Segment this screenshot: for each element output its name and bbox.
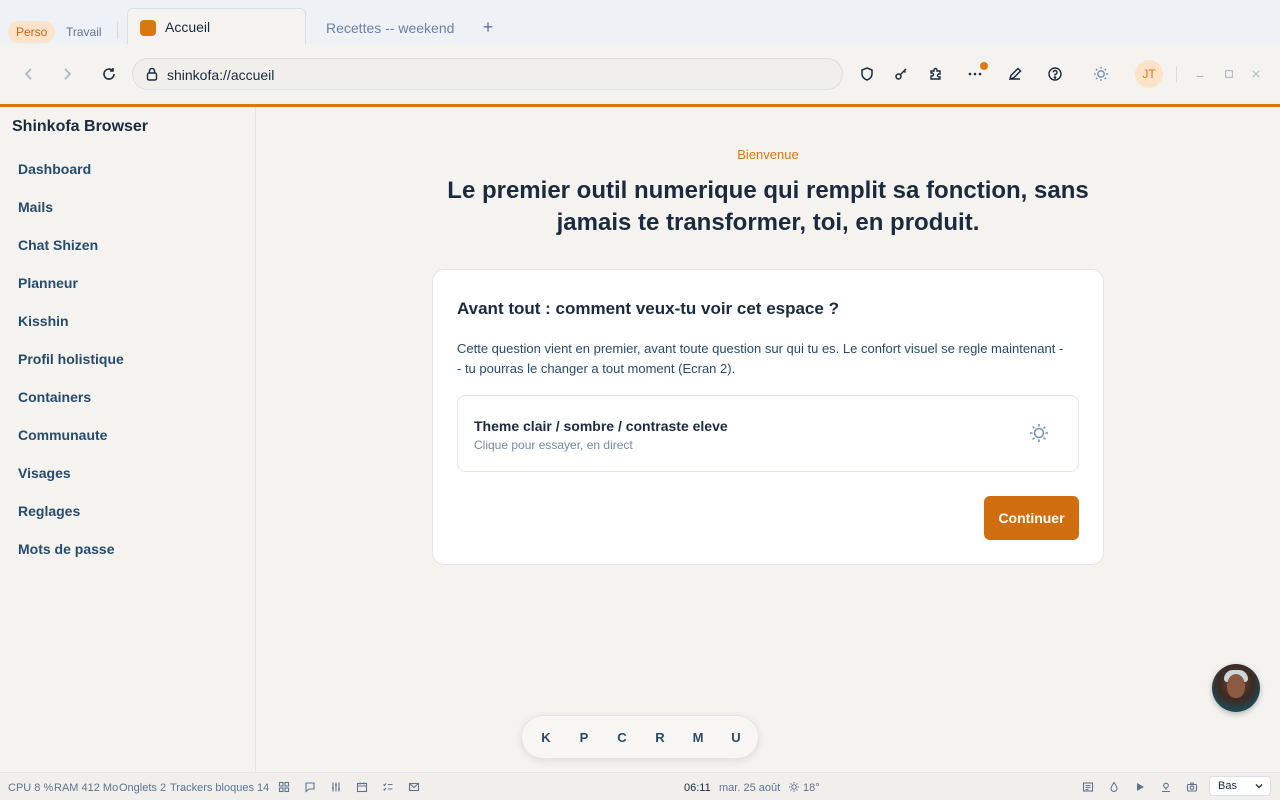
mail-icon[interactable] (408, 781, 420, 793)
sidebar-item-reglages[interactable]: Reglages (18, 503, 80, 519)
favicon-icon (140, 20, 156, 36)
chat-icon[interactable] (304, 781, 316, 793)
tab-accueil[interactable]: Accueil (127, 8, 306, 44)
dock-position-value: Bas (1218, 780, 1237, 792)
quick-dock: K P C R M U (521, 715, 759, 759)
play-icon[interactable] (1134, 781, 1146, 793)
maximize-icon[interactable] (1218, 63, 1240, 85)
page-title: Le premier outil numerique qui remplit s… (447, 177, 1089, 236)
sidebar-item-profil-holistique[interactable]: Profil holistique (18, 351, 124, 367)
lock-icon (146, 67, 158, 81)
card-description: Cette question vient en premier, avant t… (457, 341, 1064, 376)
reload-icon[interactable] (98, 63, 120, 85)
dock-item-p[interactable]: P (572, 727, 596, 749)
tab-divider (117, 21, 118, 39)
sidebar-title: Shinkofa Browser (12, 118, 149, 135)
sidebar-item-containers[interactable]: Containers (18, 389, 91, 405)
minimize-icon[interactable] (1189, 63, 1211, 85)
sidebar-item-mots-de-passe[interactable]: Mots de passe (18, 541, 114, 557)
back-icon[interactable] (18, 63, 40, 85)
theme-option-title: Theme clair / sombre / contraste eleve (474, 418, 728, 434)
cpu-usage: CPU 8 % (8, 782, 54, 794)
grid-icon[interactable] (278, 781, 290, 793)
tab-strip: Perso Travail Accueil Recettes -- weeken… (0, 0, 1280, 44)
sidebar-item-chat-shizen[interactable]: Chat Shizen (18, 237, 98, 253)
profile-perso[interactable]: Perso (8, 21, 56, 43)
sidebar-item-kisshin[interactable]: Kisshin (18, 313, 69, 329)
checklist-icon[interactable] (382, 781, 394, 793)
weather-temp: 18° (803, 782, 820, 794)
help-icon[interactable] (1044, 63, 1066, 85)
new-tab-button[interactable]: + (478, 17, 498, 37)
reader-icon[interactable] (1082, 781, 1094, 793)
shield-icon[interactable] (856, 63, 878, 85)
clock-time: 06:11 (684, 782, 711, 794)
tab-count: Onglets 2 (119, 782, 167, 794)
key-icon[interactable] (890, 63, 912, 85)
theme-option-subtitle: Clique pour essayer, en direct (474, 438, 633, 452)
onboarding-card: Avant tout : comment veux-tu voir cet es… (432, 269, 1104, 565)
location-icon[interactable] (1160, 781, 1172, 793)
sun-icon (1030, 424, 1048, 442)
forward-icon[interactable] (56, 63, 78, 85)
avatar[interactable]: JT (1135, 60, 1163, 88)
continue-button[interactable]: Continuer (984, 496, 1079, 540)
sidebar-item-planneur[interactable]: Planneur (18, 275, 78, 291)
tab-label: Recettes -- weekend (326, 20, 455, 36)
dock-position-select[interactable]: Bas (1209, 776, 1271, 796)
welcome-eyebrow: Bienvenue (737, 147, 799, 162)
pen-icon[interactable] (1004, 63, 1026, 85)
assistant-face (1227, 674, 1245, 698)
chevron-down-icon (1255, 784, 1263, 789)
puzzle-icon[interactable] (925, 63, 947, 85)
dock-item-k[interactable]: K (534, 727, 558, 749)
profile-travail[interactable]: Travail (58, 21, 110, 43)
sidebar-item-mails[interactable]: Mails (18, 199, 53, 215)
address-bar[interactable]: shinkofa://accueil (132, 58, 843, 90)
toolbar-divider (1176, 66, 1177, 82)
sidebar: Shinkofa Browser Dashboard Mails Chat Sh… (0, 107, 256, 772)
calendar-icon[interactable] (356, 781, 368, 793)
sun-icon[interactable] (1090, 63, 1112, 85)
sidebar-item-visages[interactable]: Visages (18, 465, 71, 481)
ram-usage: RAM 412 Mo (54, 782, 119, 794)
tab-recettes[interactable]: Recettes -- weekend (326, 8, 476, 44)
drop-icon[interactable] (1108, 781, 1120, 793)
sidebar-item-communaute[interactable]: Communaute (18, 427, 107, 443)
dock-item-c[interactable]: C (610, 727, 634, 749)
close-icon[interactable] (1245, 63, 1267, 85)
url-text: shinkofa://accueil (167, 67, 275, 83)
status-bar: CPU 8 % RAM 412 Mo Onglets 2 Trackers bl… (0, 772, 1280, 800)
clock-date: mar. 25 août (719, 782, 781, 794)
trackers-blocked: Trackers bloques 14 (170, 782, 270, 794)
sliders-icon[interactable] (330, 781, 342, 793)
camera-icon[interactable] (1186, 781, 1198, 793)
dock-item-m[interactable]: M (686, 727, 710, 749)
dock-item-r[interactable]: R (648, 727, 672, 749)
weather-sun-icon (788, 781, 800, 793)
sidebar-item-dashboard[interactable]: Dashboard (18, 161, 91, 177)
assistant-avatar[interactable] (1212, 664, 1260, 712)
notification-badge (980, 62, 988, 70)
theme-option[interactable]: Theme clair / sombre / contraste eleve C… (457, 395, 1079, 472)
card-title: Avant tout : comment veux-tu voir cet es… (457, 299, 839, 318)
dock-item-u[interactable]: U (724, 727, 748, 749)
tab-label: Accueil (165, 19, 211, 35)
